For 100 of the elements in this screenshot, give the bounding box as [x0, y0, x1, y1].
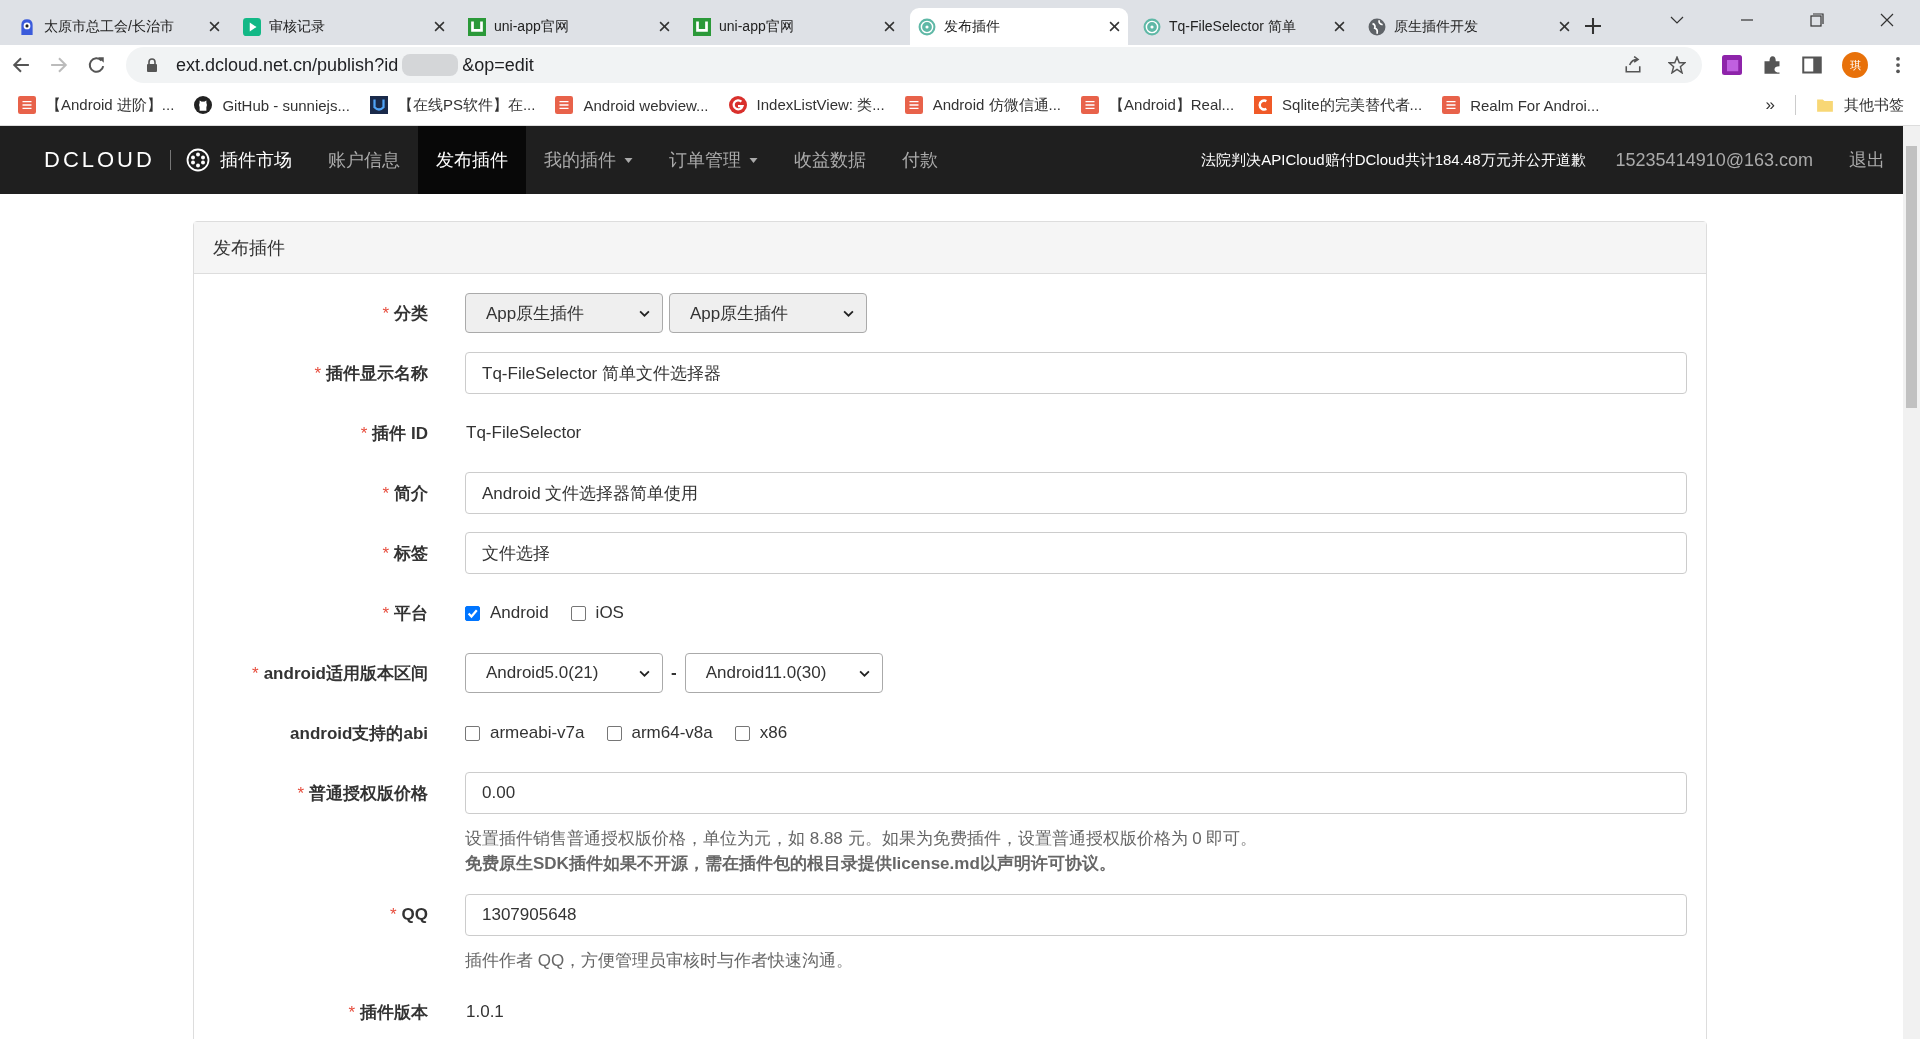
chevron-down-icon [639, 669, 650, 677]
field-label: 插件版本 [360, 1002, 428, 1022]
bookmark-folder[interactable]: 其他书签 [1816, 95, 1904, 115]
required-mark: * [389, 905, 397, 924]
tab-title: 审核记录 [269, 17, 326, 36]
bookmark[interactable]: Realm For Androi... [1442, 96, 1600, 114]
nav-item[interactable]: 我的插件 [525, 126, 651, 194]
required-mark: * [360, 423, 368, 443]
bookmark[interactable]: GitHub - sunniejs... [194, 96, 350, 114]
address-bar[interactable]: ext.dcloud.net.cn/publish?id &op=edit [126, 47, 1702, 83]
bookmark[interactable]: 【在线PS软件】在... [369, 95, 536, 115]
restore-icon[interactable] [1810, 13, 1824, 27]
bookmark[interactable]: 【Android 进阶】... [18, 95, 175, 115]
help-text: 设置插件销售普通授权版价格，单位为元，如 8.88 元。如果为免费插件，设置普通授权版价格为 0 即可。 [465, 828, 1259, 850]
text-field[interactable]: Android 文件选择器简单使用 [465, 472, 1687, 514]
bookmark-title: 【Android 进阶】... [46, 95, 175, 115]
favicon-icon [555, 96, 574, 114]
bookmark[interactable]: Sqlite的完美替代者... [1254, 95, 1423, 115]
bookmark[interactable]: IndexListView: 类... [728, 95, 885, 115]
octocat-icon [194, 96, 213, 114]
field-label: android适用版本区间 [263, 663, 428, 683]
select-field[interactable]: Android11.0(30) [684, 653, 883, 693]
browser-tab[interactable]: Tq-FileSelector 简单 [1135, 8, 1353, 45]
tab-title: uni-app官网 [719, 17, 795, 36]
u-logo-icon [369, 96, 388, 114]
checkbox[interactable] [465, 725, 480, 741]
scrollbar[interactable] [1903, 126, 1920, 1039]
chevron-down-icon [858, 669, 870, 677]
bookmark-title: Android 仿微信通... [932, 95, 1062, 115]
close-icon[interactable] [1559, 21, 1570, 32]
checkbox-label: armeabi-v7a [490, 723, 585, 743]
bookmark-title: Sqlite的完美替代者... [1282, 95, 1423, 115]
logo[interactable]: DCLOUD [44, 147, 155, 173]
field-label: android支持的abi [290, 723, 428, 743]
bookmark-title: IndexListView: 类... [756, 95, 885, 115]
close-icon[interactable] [659, 21, 670, 32]
nav-item[interactable]: 发布插件 [417, 126, 526, 194]
bookmark-title: Android webview... [583, 96, 709, 114]
puzzle-icon[interactable] [1762, 55, 1782, 75]
new-tab-icon[interactable] [1585, 18, 1601, 34]
side-panel-icon[interactable] [1802, 55, 1822, 75]
tab-title: Tq-FileSelector 简单 [1169, 17, 1297, 36]
checkbox[interactable] [734, 725, 750, 741]
checkbox-label: x86 [759, 723, 788, 743]
tab-title: uni-app官网 [494, 17, 570, 36]
required-mark: * [382, 603, 389, 623]
field-label: QQ [401, 905, 428, 924]
select-field[interactable]: App原生插件 [465, 293, 663, 333]
bookmark-title: GitHub - sunniejs... [222, 96, 350, 114]
lock-icon [146, 58, 158, 72]
checkbox-label: arm64-v8a [631, 723, 713, 743]
browser-tab[interactable]: 原生插件开发 [1360, 8, 1578, 45]
text-field[interactable]: 1307905648 [465, 894, 1687, 936]
checkbox-label: Android [490, 603, 549, 623]
reload-icon[interactable] [88, 56, 106, 74]
close-icon[interactable] [1880, 13, 1894, 27]
bookmark[interactable]: 【Android】Real... [1081, 95, 1235, 115]
c-logo-icon [1254, 96, 1273, 114]
tab-title: 原生插件开发 [1394, 17, 1479, 36]
browser-tab[interactable]: 发布插件 [910, 8, 1128, 45]
g-logo-icon [728, 96, 747, 114]
checkbox[interactable] [606, 725, 622, 741]
wheel-icon [918, 17, 936, 36]
browser-tab[interactable]: 审核记录 [235, 8, 453, 45]
text-field[interactable]: Tq-FileSelector 简单文件选择器 [465, 352, 1687, 394]
bookmark-title: Realm For Androi... [1470, 96, 1600, 114]
select-field[interactable]: Android5.0(21) [465, 653, 663, 693]
field-label: 普通授权版价格 [309, 783, 428, 803]
required-mark: * [382, 543, 389, 563]
browser-tab[interactable]: uni-app官网 [460, 8, 678, 45]
notice-link[interactable]: 法院判决APICloud赔付DCloud共计184.48万元并公开道歉 [1201, 150, 1586, 170]
more-bookmarks[interactable]: » [1765, 95, 1775, 115]
nav-item[interactable]: 收益数据 [775, 126, 884, 194]
favicon-icon [1442, 96, 1461, 114]
nav-item[interactable]: 付款 [883, 126, 956, 194]
folder-title: 其他书签 [1844, 95, 1904, 115]
browser-tab[interactable]: uni-app官网 [685, 8, 903, 45]
required-mark: * [297, 783, 304, 803]
nav-item[interactable]: 订单管理 [650, 126, 776, 194]
text-field[interactable]: 文件选择 [465, 532, 1687, 574]
bookmark[interactable]: Android webview... [555, 96, 709, 114]
close-icon[interactable] [209, 21, 220, 32]
share-icon[interactable] [1624, 56, 1642, 74]
logout-link[interactable]: 退出 [1831, 126, 1903, 194]
chevron-down-icon [639, 309, 650, 317]
market-link[interactable]: 插件市场 [219, 148, 292, 172]
star-icon[interactable] [1668, 56, 1686, 74]
close-icon[interactable] [1109, 21, 1120, 32]
close-icon[interactable] [884, 21, 895, 32]
checkbox[interactable] [570, 605, 586, 621]
browser-tab[interactable]: 太原市总工会/长治市 [10, 8, 228, 45]
account-email[interactable]: 15235414910@163.com [1597, 126, 1831, 194]
close-icon[interactable] [1334, 21, 1345, 32]
checkbox[interactable] [465, 605, 480, 621]
text-field[interactable]: 0.00 [465, 772, 1687, 814]
bookmark[interactable]: Android 仿微信通... [904, 95, 1062, 115]
close-icon[interactable] [434, 21, 445, 32]
back-icon[interactable] [12, 56, 30, 74]
nav-item[interactable]: 账户信息 [309, 126, 418, 194]
select-field[interactable]: App原生插件 [669, 293, 867, 333]
